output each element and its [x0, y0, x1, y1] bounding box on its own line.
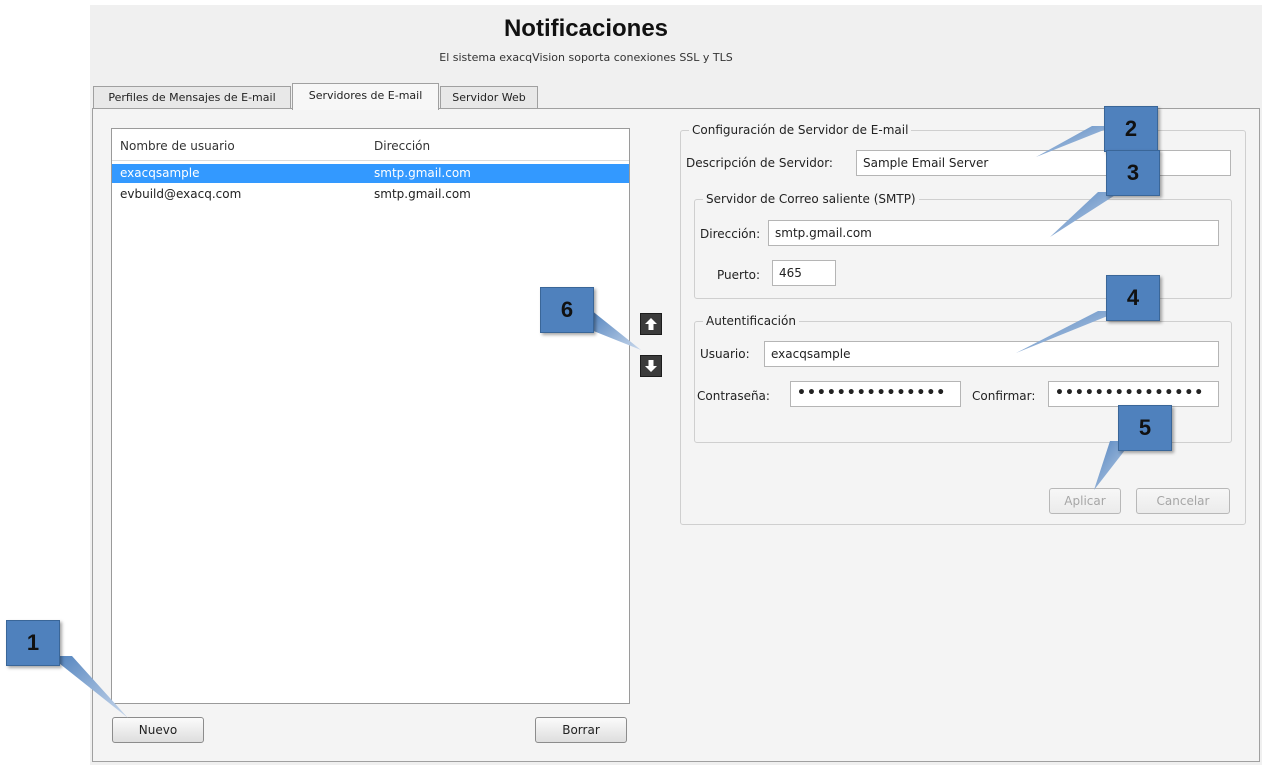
callout-pointer-6	[591, 310, 641, 350]
tab-email-servers[interactable]: Servidores de E-mail	[292, 83, 439, 110]
callout-3: 3	[1106, 150, 1160, 196]
callout-pointer-3	[1050, 192, 1120, 237]
callout-pointer-1	[50, 656, 128, 718]
callout-pointers	[50, 126, 1132, 718]
callout-6: 6	[540, 287, 594, 333]
callout-pointer-2	[1036, 126, 1114, 157]
callout-5: 5	[1118, 405, 1172, 451]
callout-pointer-4	[1016, 311, 1120, 353]
callout-1: 1	[6, 620, 60, 666]
callout-2: 2	[1104, 106, 1158, 152]
callout-4: 4	[1106, 275, 1160, 321]
